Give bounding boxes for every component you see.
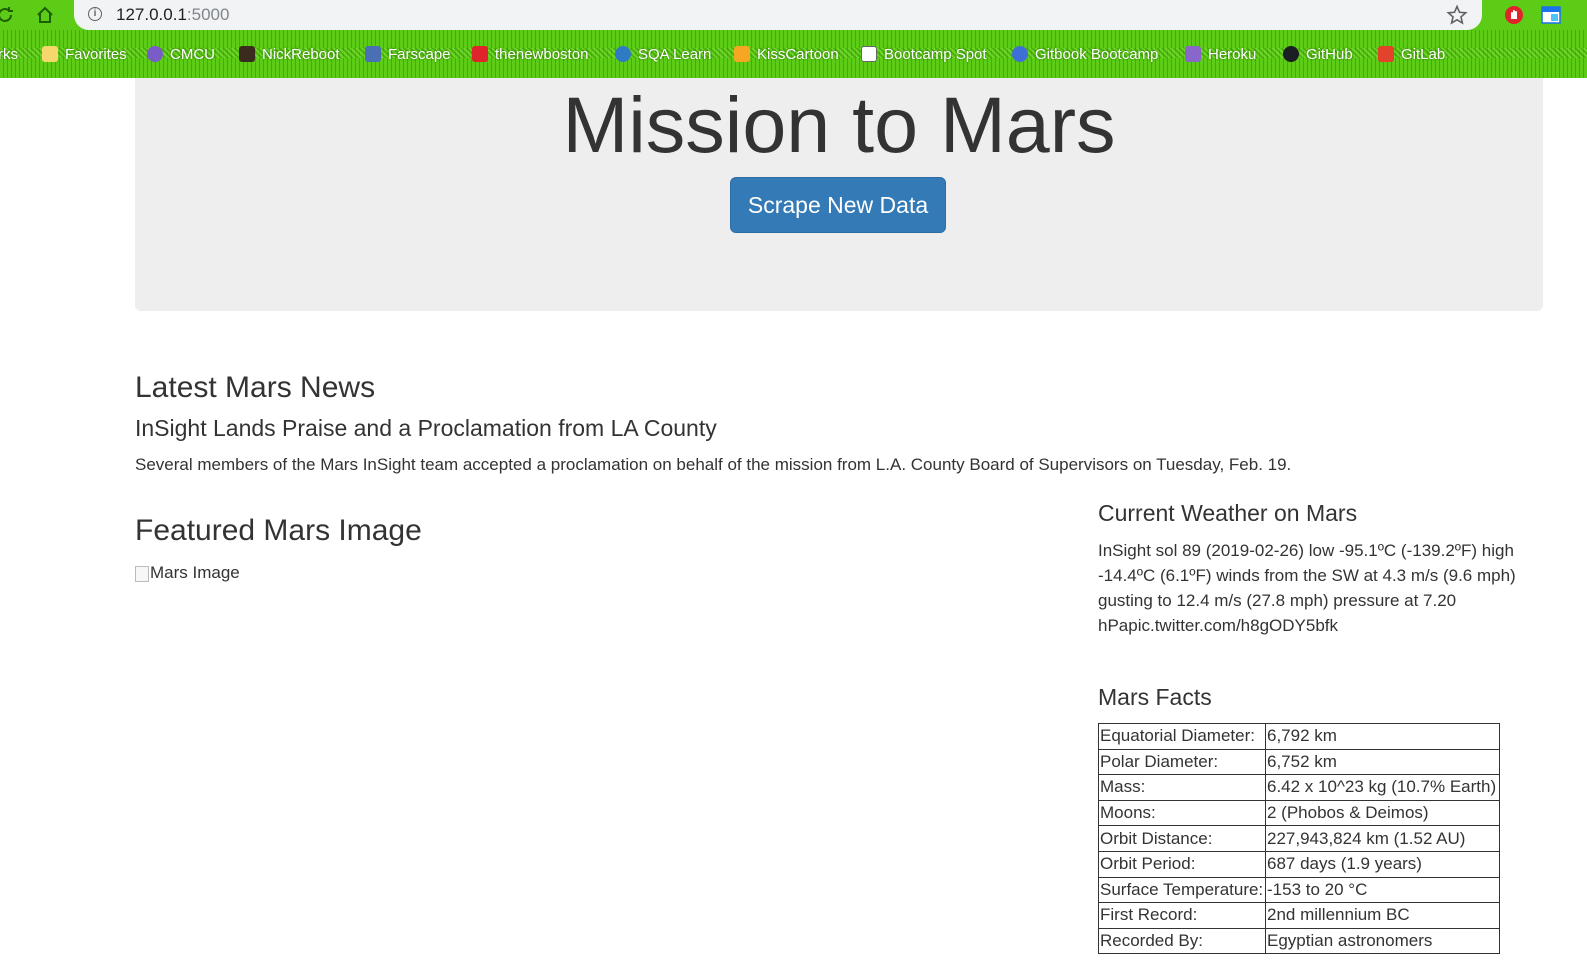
news-title: InSight Lands Praise and a Proclamation … bbox=[135, 415, 717, 441]
bookmark-item[interactable]: Gitbook Bootcamp bbox=[1012, 42, 1158, 66]
bookmark-item[interactable]: GitHub bbox=[1283, 42, 1353, 66]
bookmark-star-icon[interactable] bbox=[1446, 4, 1468, 26]
fact-key: Mass: bbox=[1098, 774, 1266, 801]
reload-icon[interactable] bbox=[0, 4, 16, 26]
table-row: First Record: 2nd millennium BC bbox=[1098, 902, 1500, 929]
news-paragraph: Several members of the Mars InSight team… bbox=[135, 455, 1292, 474]
bookmark-item[interactable]: Heroku bbox=[1185, 42, 1256, 66]
fact-key: Polar Diameter: bbox=[1098, 748, 1266, 776]
bookmark-item[interactable]: NickReboot bbox=[239, 42, 340, 66]
url-text[interactable]: 127.0.0.1:5000 bbox=[116, 5, 229, 25]
bookmark-label: SQA Learn bbox=[638, 45, 712, 63]
address-bar[interactable]: i 127.0.0.1:5000 bbox=[74, 0, 1482, 30]
bookmark-label: Bootcamp Spot bbox=[884, 45, 987, 63]
bookmark-label: GitLab bbox=[1401, 45, 1446, 63]
fact-value: Egyptian astronomers bbox=[1265, 927, 1500, 955]
table-row: Orbit Period: 687 days (1.9 years) bbox=[1098, 850, 1500, 878]
bookmark-item[interactable]: Farscape bbox=[365, 42, 451, 66]
bookmark-item[interactable]: CMCU bbox=[147, 42, 215, 66]
bookmark-item[interactable]: Favorites bbox=[42, 42, 127, 66]
bookmark-label: Gitbook Bootcamp bbox=[1035, 45, 1159, 63]
fact-value: 2nd millennium BC bbox=[1265, 902, 1500, 929]
bookmark-item[interactable]: SQA Learn bbox=[615, 42, 711, 66]
site-info-icon[interactable]: i bbox=[88, 7, 102, 21]
heroku-icon bbox=[1185, 46, 1201, 62]
page-icon bbox=[861, 46, 877, 62]
fact-value: 6.42 x 10^23 kg (10.7% Earth) bbox=[1265, 774, 1500, 801]
table-row: Surface Temperature: -153 to 20 °C bbox=[1098, 876, 1500, 904]
extension-adblock-icon[interactable] bbox=[1503, 4, 1525, 26]
bookmark-label: Heroku bbox=[1208, 45, 1257, 63]
news-heading: Latest Mars News bbox=[135, 371, 376, 404]
fact-key: Moons: bbox=[1098, 799, 1266, 827]
table-row: Moons: 2 (Phobos & Deimos) bbox=[1098, 799, 1500, 827]
extension-window-icon[interactable] bbox=[1540, 4, 1562, 26]
url-host: 127.0.0.1 bbox=[116, 5, 187, 24]
fact-key: Equatorial Diameter: bbox=[1098, 723, 1266, 750]
bookmark-label: KissCartoon bbox=[757, 45, 839, 63]
farscape-icon bbox=[365, 46, 381, 62]
table-row: Equatorial Diameter: 6,792 km bbox=[1098, 723, 1500, 750]
fact-key: Surface Temperature: bbox=[1098, 876, 1266, 904]
bookmark-item[interactable]: KissCartoon bbox=[734, 42, 839, 66]
bookmark-label: GitHub bbox=[1306, 45, 1353, 63]
bookmarks-bar: rks Favorites CMCU NickReboot Farscape t… bbox=[0, 30, 1587, 78]
fact-value: 227,943,824 km (1.52 AU) bbox=[1265, 825, 1500, 852]
weather-text: InSight sol 89 (2019-02-26) low -95.1ºC … bbox=[1098, 541, 1516, 635]
bookmark-label: rks bbox=[0, 45, 18, 63]
bookmark-item[interactable]: GitLab bbox=[1378, 42, 1445, 66]
bookmark-item[interactable]: rks bbox=[0, 42, 18, 66]
bookmark-label: NickReboot bbox=[262, 45, 340, 63]
bookmark-label: thenewboston bbox=[495, 45, 589, 63]
fact-value: 6,792 km bbox=[1265, 723, 1500, 750]
table-row: Polar Diameter: 6,752 km bbox=[1098, 748, 1500, 776]
cmcu-icon bbox=[147, 46, 163, 62]
url-port: :5000 bbox=[186, 5, 230, 24]
nickreboot-icon bbox=[239, 46, 255, 62]
featured-image-alt: Mars Image bbox=[150, 563, 240, 582]
featured-image: Mars Image bbox=[135, 562, 240, 584]
fact-key: Orbit Period: bbox=[1098, 850, 1266, 878]
bookmark-label: Farscape bbox=[388, 45, 451, 63]
fact-value: 2 (Phobos & Deimos) bbox=[1265, 799, 1500, 827]
table-row: Orbit Distance: 227,943,824 km (1.52 AU) bbox=[1098, 825, 1500, 852]
thenewboston-icon bbox=[472, 46, 488, 62]
jumbotron: Mission to Mars Scrape New Data bbox=[135, 78, 1543, 311]
fact-value: 6,752 km bbox=[1265, 748, 1500, 776]
mars-facts-table: Equatorial Diameter: 6,792 km Polar Diame… bbox=[1098, 723, 1500, 955]
fact-value: 687 days (1.9 years) bbox=[1265, 850, 1500, 878]
broken-image-icon bbox=[135, 566, 149, 582]
gitlab-icon bbox=[1378, 46, 1394, 62]
fact-key: First Record: bbox=[1098, 902, 1266, 929]
sqa-learn-icon bbox=[615, 46, 631, 62]
bookmark-item[interactable]: thenewboston bbox=[472, 42, 588, 66]
bookmark-label: CMCU bbox=[170, 45, 215, 63]
fact-key: Recorded By: bbox=[1098, 927, 1266, 955]
fact-key: Orbit Distance: bbox=[1098, 825, 1266, 852]
folder-icon bbox=[42, 46, 58, 62]
fact-value: -153 to 20 °C bbox=[1265, 876, 1500, 904]
table-row: Recorded By: Egyptian astronomers bbox=[1098, 927, 1500, 955]
bookmark-item[interactable]: Bootcamp Spot bbox=[861, 42, 987, 66]
gitbook-icon bbox=[1012, 46, 1028, 62]
kisscartoon-icon bbox=[734, 46, 750, 62]
browser-toolbar: i 127.0.0.1:5000 bbox=[0, 0, 1587, 30]
github-icon bbox=[1283, 46, 1299, 62]
featured-image-heading: Featured Mars Image bbox=[135, 514, 422, 547]
table-row: Mass: 6.42 x 10^23 kg (10.7% Earth) bbox=[1098, 774, 1500, 801]
bookmark-label: Favorites bbox=[65, 45, 127, 63]
weather-heading: Current Weather on Mars bbox=[1098, 500, 1358, 526]
home-icon[interactable] bbox=[34, 4, 56, 26]
page-title: Mission to Mars bbox=[562, 80, 1116, 169]
scrape-new-data-button[interactable]: Scrape New Data bbox=[730, 177, 946, 233]
facts-heading: Mars Facts bbox=[1098, 684, 1212, 710]
